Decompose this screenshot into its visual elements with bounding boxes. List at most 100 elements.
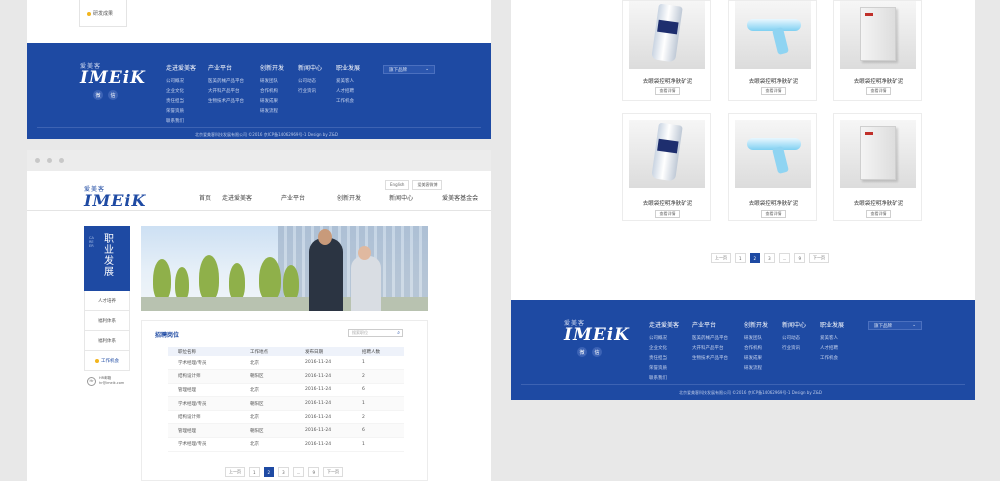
- page-button[interactable]: 1: [735, 253, 746, 263]
- wechat-icon[interactable]: 信: [108, 90, 118, 100]
- page-button[interactable]: 3: [764, 253, 775, 263]
- footer-link[interactable]: 研发成果: [744, 354, 768, 364]
- hr-email-link[interactable]: hr@imeik.com: [99, 381, 124, 386]
- footer-link[interactable]: 荣誉资质: [649, 364, 679, 374]
- lang-english-link[interactable]: English: [385, 180, 410, 190]
- footer-column-title[interactable]: 产业平台: [692, 320, 728, 329]
- nav-item[interactable]: 走进爱美客: [222, 193, 252, 209]
- view-details-button[interactable]: 查看详情: [655, 210, 680, 218]
- side-menu-item[interactable]: 福利体系: [84, 331, 130, 351]
- footer-link[interactable]: 医美药械产品平台: [692, 334, 728, 344]
- page-button[interactable]: 9: [308, 467, 320, 477]
- footer-link[interactable]: 荣誉资质: [166, 107, 196, 117]
- page-button[interactable]: 2: [263, 467, 275, 477]
- footer-link[interactable]: 责任担当: [166, 97, 196, 107]
- weibo-link[interactable]: 爱美客微博: [412, 180, 443, 190]
- brand-select[interactable]: 旗下品牌 ⌄: [868, 321, 922, 330]
- product-card[interactable]: 去眼袋控明净肤矿泥 查看详情: [622, 0, 711, 101]
- product-card[interactable]: 去眼袋控明净肤矿泥 查看详情: [833, 0, 922, 101]
- product-card[interactable]: 去眼袋控明净肤矿泥 查看详情: [833, 113, 922, 221]
- footer-link[interactable]: 生物技术产品平台: [208, 97, 244, 107]
- footer-column-title[interactable]: 创新开发: [744, 320, 768, 329]
- weibo-icon[interactable]: 微: [93, 90, 103, 100]
- nav-item[interactable]: 爱美客基金会: [442, 193, 478, 209]
- footer-column-title[interactable]: 职业发展: [336, 63, 360, 72]
- footer-column-title[interactable]: 新闻中心: [782, 320, 806, 329]
- footer-link[interactable]: 公司概况: [649, 334, 679, 344]
- side-menu-item[interactable]: 工作机会: [84, 351, 130, 371]
- product-image[interactable]: [840, 120, 916, 188]
- footer-link[interactable]: 企业文化: [166, 87, 196, 97]
- footer-link[interactable]: 爱美客人: [336, 77, 360, 87]
- product-image[interactable]: [735, 1, 811, 69]
- footer-link[interactable]: 研发流程: [744, 364, 768, 374]
- footer-column-title[interactable]: 产业平台: [208, 63, 244, 72]
- search-icon[interactable]: ⌕: [397, 330, 400, 336]
- brand-select[interactable]: 旗下品牌 ⌄: [383, 65, 435, 74]
- footer-link[interactable]: 研发团队: [260, 77, 284, 87]
- footer-link[interactable]: 爱美客人: [820, 334, 844, 344]
- product-image[interactable]: [629, 120, 705, 188]
- view-details-button[interactable]: 查看详情: [761, 210, 786, 218]
- view-details-button[interactable]: 查看详情: [761, 87, 786, 95]
- footer-link[interactable]: 企业文化: [649, 344, 679, 354]
- footer-link[interactable]: 行业资讯: [782, 344, 806, 354]
- footer-column-title[interactable]: 新闻中心: [298, 63, 322, 72]
- footer-link[interactable]: 公司动态: [782, 334, 806, 344]
- view-details-button[interactable]: 查看详情: [866, 210, 891, 218]
- footer-link[interactable]: 合作机构: [744, 344, 768, 354]
- footer-link[interactable]: 工作机会: [336, 97, 360, 107]
- product-card[interactable]: 去眼袋控明净肤矿泥 查看详情: [728, 0, 817, 101]
- view-details-button[interactable]: 查看详情: [655, 87, 680, 95]
- footer-link[interactable]: 行业资讯: [298, 87, 322, 97]
- table-row[interactable]: 管理经理 北京 2016-11-24 6: [168, 383, 404, 398]
- product-image[interactable]: [629, 1, 705, 69]
- page-button[interactable]: 上一页: [711, 253, 731, 263]
- footer-link[interactable]: 研发成果: [260, 97, 284, 107]
- footer-link[interactable]: 责任担当: [649, 354, 679, 364]
- page-button[interactable]: 3: [278, 467, 289, 477]
- footer-link[interactable]: 医美药械产品平台: [208, 77, 244, 87]
- footer-logo[interactable]: 爱美客 IMEiK: [564, 318, 630, 344]
- page-button[interactable]: 1: [249, 467, 260, 477]
- footer-column-title[interactable]: 职业发展: [820, 320, 844, 329]
- footer-link[interactable]: 研发流程: [260, 107, 284, 117]
- page-button[interactable]: ...: [778, 253, 791, 263]
- table-row[interactable]: 学术经理/专员 北京 2016-11-24 1: [168, 356, 404, 371]
- page-button[interactable]: 2: [749, 253, 761, 263]
- table-row[interactable]: 结构设计师 朝阳区 2016-11-24 2: [168, 369, 404, 384]
- nav-item[interactable]: 首页: [199, 193, 211, 209]
- footer-link[interactable]: 研发团队: [744, 334, 768, 344]
- header-logo[interactable]: 爱美客 IMEiK: [84, 184, 146, 209]
- footer-column-title[interactable]: 创新开发: [260, 63, 284, 72]
- footer-link[interactable]: 联系我们: [166, 117, 196, 127]
- view-details-button[interactable]: 查看详情: [866, 87, 891, 95]
- footer-column-title[interactable]: 走进爱美客: [166, 63, 196, 72]
- footer-logo[interactable]: 爱美客 IMEiK: [80, 61, 146, 87]
- page-button[interactable]: 9: [794, 253, 806, 263]
- footer-link[interactable]: 大开科产品平台: [692, 344, 728, 354]
- page-button[interactable]: 下一页: [809, 253, 830, 263]
- side-menu-stub[interactable]: 研发成果: [79, 0, 127, 27]
- nav-item[interactable]: 产业平台: [281, 193, 305, 209]
- footer-link[interactable]: 人才招聘: [336, 87, 360, 97]
- footer-column-title[interactable]: 走进爱美客: [649, 320, 679, 329]
- footer-link[interactable]: 公司动态: [298, 77, 322, 87]
- footer-link[interactable]: 联系我们: [649, 374, 679, 384]
- table-row[interactable]: 学术经理/专员 朝阳区 2016-11-24 1: [168, 396, 404, 411]
- page-button[interactable]: 上一页: [225, 467, 245, 477]
- product-image[interactable]: [840, 1, 916, 69]
- side-menu-item[interactable]: 人才培养: [84, 291, 130, 311]
- product-image[interactable]: [735, 120, 811, 188]
- product-card[interactable]: 去眼袋控明净肤矿泥 查看详情: [622, 113, 711, 221]
- footer-link[interactable]: 工作机会: [820, 354, 844, 364]
- footer-link[interactable]: 公司概况: [166, 77, 196, 87]
- page-button[interactable]: 下一页: [323, 467, 344, 477]
- footer-link[interactable]: 合作机构: [260, 87, 284, 97]
- wechat-icon[interactable]: 信: [592, 347, 602, 357]
- job-search-input[interactable]: 搜索职位 ⌕: [348, 329, 403, 337]
- table-row[interactable]: 结构设计师 北京 2016-11-24 2: [168, 410, 404, 425]
- footer-link[interactable]: 生物技术产品平台: [692, 354, 728, 364]
- side-menu-item[interactable]: 福利体系: [84, 311, 130, 331]
- product-card[interactable]: 去眼袋控明净肤矿泥 查看详情: [728, 113, 817, 221]
